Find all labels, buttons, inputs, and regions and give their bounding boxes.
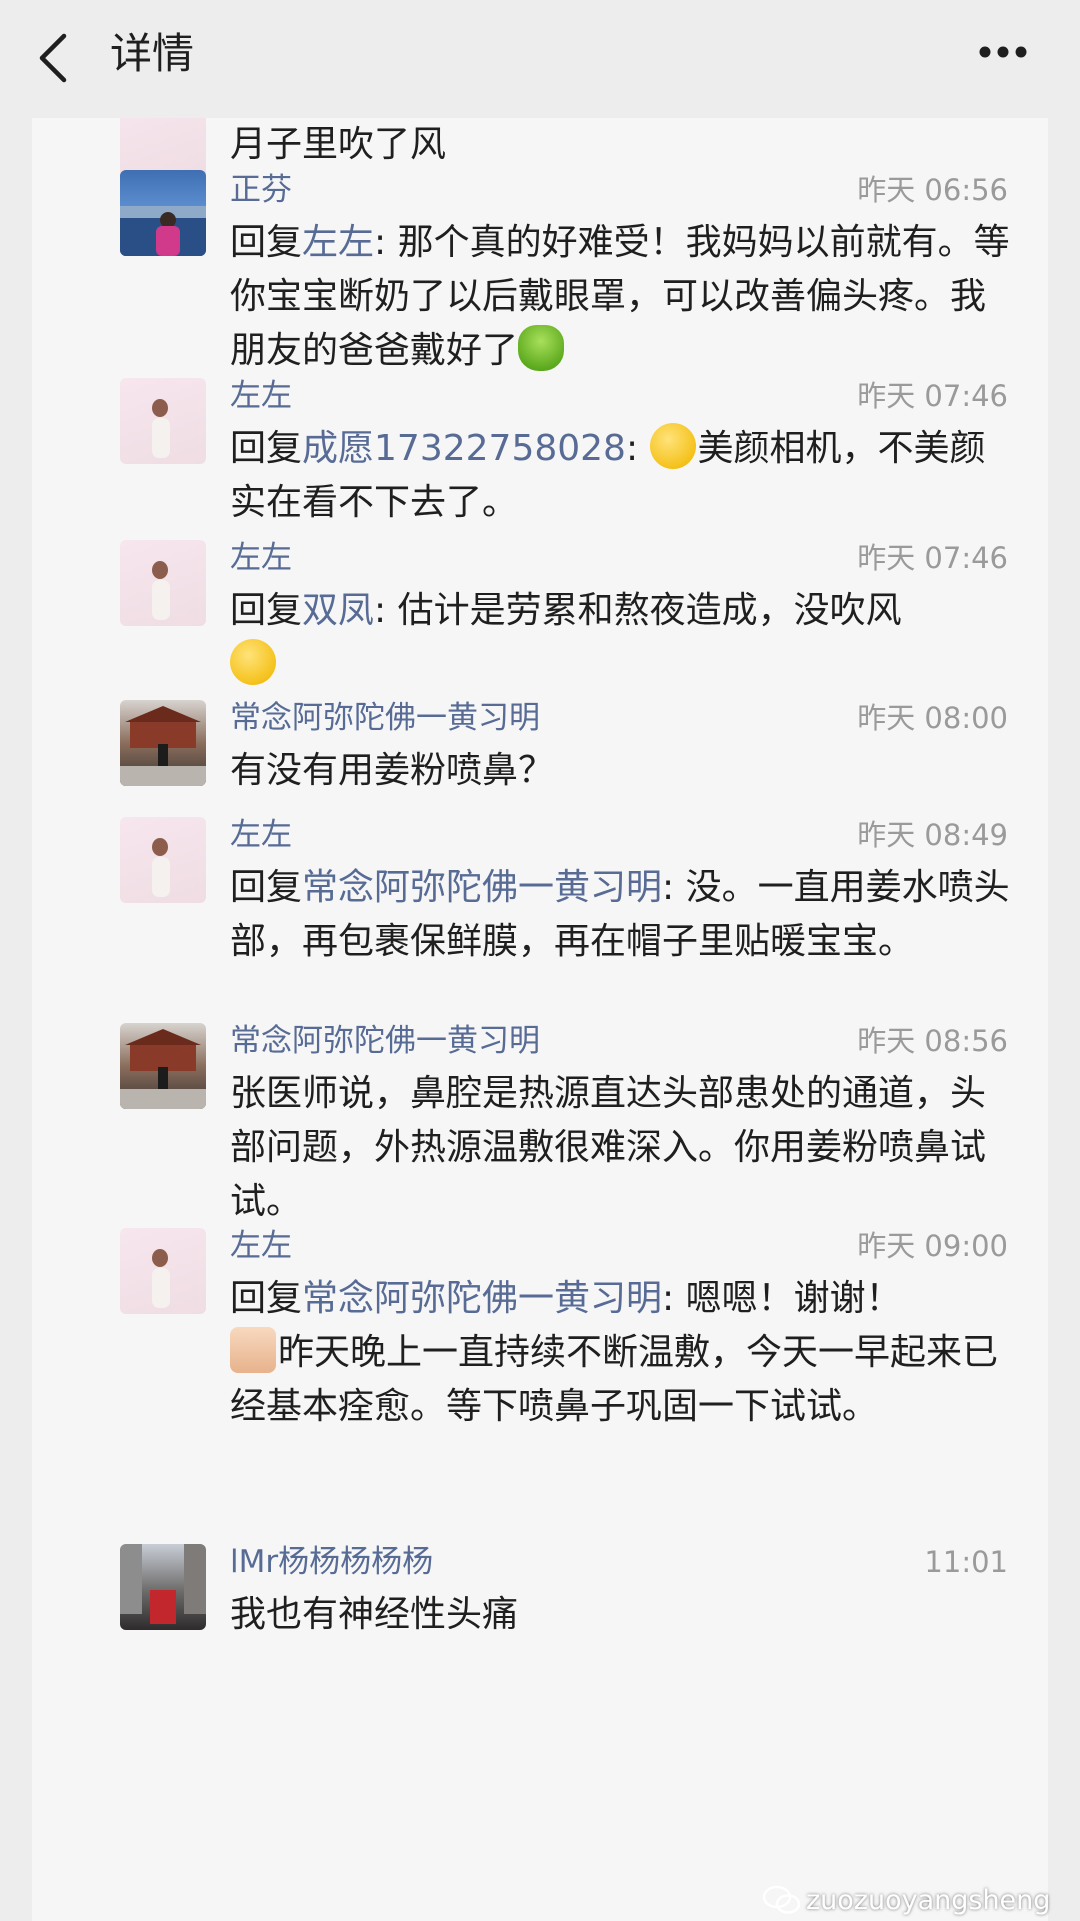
comment-body: 回复常念阿弥陀佛一黄习明: 嗯嗯！谢谢！ 昨天晚上一直持续不断温敷，今天一早起来已…: [230, 1272, 1020, 1434]
comment-time: 昨天 09:00: [857, 1229, 1008, 1263]
commenter-name[interactable]: 常念阿弥陀佛一黄习明: [230, 698, 540, 738]
comment-body: 回复常念阿弥陀佛一黄习明: 没。一直用姜水喷头部，再包裹保鲜膜，再在帽子里贴暖宝…: [230, 861, 1020, 969]
avatar[interactable]: [120, 378, 206, 464]
comment-text: 我也有神经性头痛: [230, 1594, 519, 1635]
reply-prefix: 回复: [230, 1278, 303, 1319]
comment-text: 有没有用姜粉喷鼻？: [230, 750, 555, 791]
comment-time: 昨天 07:46: [857, 379, 1008, 413]
reply-prefix: 回复: [230, 428, 303, 469]
comment-body: 回复左左: 那个真的好难受！我妈妈以前就有。等你宝宝断奶了以后戴眼罩，可以改善偏…: [230, 216, 1020, 378]
commenter-name[interactable]: 左左: [230, 815, 292, 855]
more-options-icon[interactable]: [978, 45, 1028, 59]
avatar[interactable]: [120, 700, 206, 786]
commenter-name[interactable]: 正芬: [230, 170, 292, 210]
comment-text: : 嗯嗯！谢谢！: [662, 1278, 902, 1319]
reply-prefix: 回复: [230, 867, 303, 908]
facepalm-emoji-icon: [649, 423, 696, 469]
comment-time: 昨天 08:00: [857, 701, 1008, 735]
comment-body: 回复成愿17322758028: 美颜相机，不美颜实在看不下去了。: [230, 422, 1020, 530]
avatar[interactable]: [120, 170, 206, 256]
reply-target-name[interactable]: 双凤: [302, 590, 374, 631]
back-arrow-icon[interactable]: [34, 30, 74, 86]
comment-body: 回复双凤: 估计是劳累和熬夜造成，没吹风: [230, 584, 1020, 692]
commenter-name[interactable]: 左左: [230, 376, 292, 416]
commenter-name[interactable]: 左左: [230, 1226, 292, 1266]
wechat-watermark-icon: [762, 1885, 801, 1914]
commenter-name[interactable]: 左左: [230, 538, 292, 578]
reply-target-name[interactable]: 成愿17322758028: [302, 428, 626, 469]
comment-time: 昨天 07:46: [857, 541, 1008, 575]
praying-hands-emoji-icon: [230, 1327, 276, 1373]
comment-time: 昨天 08:49: [857, 818, 1008, 852]
comment-text-continued: 昨天晚上一直持续不断温敷，今天一早起来已经基本痊愈。等下喷鼻子巩固一下试试。: [230, 1332, 999, 1427]
page-title: 详情: [110, 29, 195, 78]
comment-time: 昨天 06:56: [857, 173, 1008, 207]
reply-target-name[interactable]: 左左: [302, 222, 374, 263]
reply-prefix: 回复: [230, 222, 303, 263]
top-navigation-bar: 详情: [0, 0, 1080, 118]
avatar[interactable]: [120, 1544, 206, 1630]
comment-time: 昨天 08:56: [857, 1024, 1008, 1058]
watermark-text: zuozuoyangsheng: [806, 1885, 1051, 1916]
avatar[interactable]: [120, 817, 206, 903]
comment-text: 月子里吹了风: [230, 124, 447, 165]
comment-time: 11:01: [924, 1545, 1008, 1579]
reply-prefix: 回复: [230, 590, 303, 631]
facepalm-emoji-icon: [230, 639, 276, 685]
colon-separator: :: [625, 428, 650, 469]
reply-target-name[interactable]: 常念阿弥陀佛一黄习明: [302, 1278, 662, 1319]
commenter-name[interactable]: 常念阿弥陀佛一黄习明: [230, 1021, 540, 1061]
avatar[interactable]: [120, 1023, 206, 1109]
green-face-emoji-icon: [518, 325, 565, 371]
reply-target-name[interactable]: 常念阿弥陀佛一黄习明: [302, 867, 662, 908]
avatar[interactable]: [120, 540, 206, 626]
commenter-name[interactable]: lMr杨杨杨杨杨: [230, 1542, 433, 1582]
comment-text: : 估计是劳累和熬夜造成，没吹风: [374, 590, 902, 631]
comment-text: 张医师说，鼻腔是热源直达头部患处的通道，头部问题，外热源温敷很难深入。你用姜粉喷…: [230, 1073, 987, 1222]
avatar[interactable]: [120, 1228, 206, 1314]
comments-panel: 月子里吹了风 正芬 昨天 06:56 回复左左: 那个真的好难受！我妈妈以前就有…: [32, 118, 1048, 1921]
